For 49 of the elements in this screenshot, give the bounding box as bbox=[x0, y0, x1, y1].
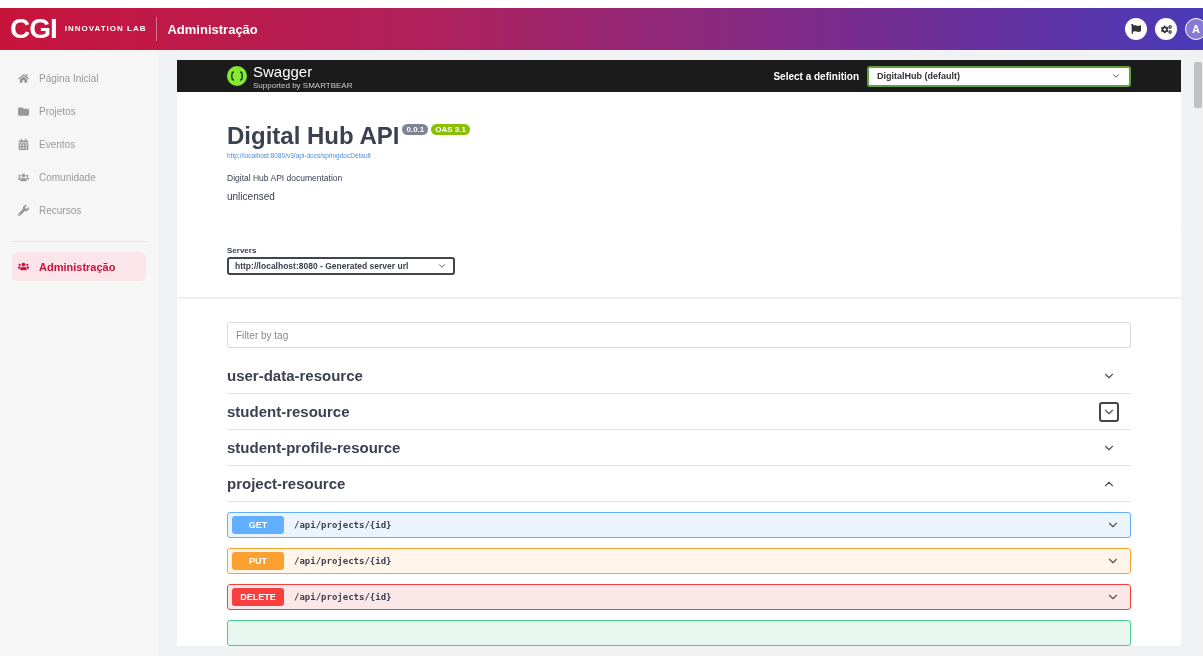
server-select[interactable]: http://localhost:8080 - Generated server url bbox=[227, 257, 455, 275]
home-icon bbox=[18, 73, 29, 84]
operation-row[interactable]: GET /api/projects/{id} bbox=[227, 512, 1131, 538]
people-icon bbox=[18, 172, 29, 183]
folder-icon bbox=[18, 106, 29, 117]
method-label: GET bbox=[232, 516, 284, 534]
api-description: Digital Hub API documentation bbox=[227, 173, 344, 183]
definition-label: Select a definition bbox=[773, 70, 859, 82]
tag-row[interactable]: user-data-resource bbox=[227, 358, 1131, 394]
wrench-icon bbox=[18, 205, 29, 216]
definition-select[interactable]: DigitalHub (default) bbox=[867, 65, 1131, 87]
operation-path: /api/projects/{id} bbox=[294, 556, 393, 566]
expand-toggle[interactable] bbox=[1099, 401, 1119, 422]
people-icon bbox=[18, 261, 29, 272]
tag-name: project-resource bbox=[227, 475, 346, 492]
servers-label: Servers bbox=[227, 246, 257, 255]
operation-path: /api/projects/{id} bbox=[294, 592, 393, 602]
version-badge: 0.0.1 bbox=[402, 124, 429, 135]
tag-row[interactable]: student-profile-resource bbox=[227, 430, 1131, 466]
tag-row[interactable]: student-resource bbox=[227, 394, 1131, 430]
gears-icon bbox=[1160, 23, 1172, 35]
operation-path: /api/projects/{id} bbox=[294, 520, 393, 530]
oas-badge: OAS 3.1 bbox=[431, 124, 470, 135]
flag-button[interactable] bbox=[1125, 18, 1147, 40]
tag-row[interactable]: project-resource bbox=[227, 466, 1131, 502]
api-title: Digital Hub API bbox=[227, 122, 400, 150]
brand-subtitle: Supported by SMARTBEAR bbox=[253, 80, 353, 90]
operation-row[interactable]: DELETE /api/projects/{id} bbox=[227, 584, 1131, 610]
operation-row[interactable]: PUT /api/projects/{id} bbox=[227, 548, 1131, 574]
filter-field[interactable]: Filter by tag bbox=[227, 322, 1131, 348]
chevron-down-icon bbox=[1111, 71, 1121, 81]
tag-name: student-resource bbox=[227, 403, 350, 420]
calendar-icon bbox=[18, 139, 29, 150]
logo-subtitle: INNOVATION LAB bbox=[64, 17, 158, 41]
license-text: unlicensed bbox=[227, 191, 276, 202]
swagger-brand: Swagger bbox=[253, 62, 314, 80]
flag-icon bbox=[1131, 24, 1141, 34]
avatar-button[interactable]: A bbox=[1185, 18, 1203, 40]
settings-button[interactable] bbox=[1155, 18, 1177, 40]
sidebar-item[interactable]: Administração bbox=[12, 252, 146, 281]
tag-name: student-profile-resource bbox=[227, 439, 401, 456]
scrollbar[interactable] bbox=[1193, 50, 1203, 656]
page-title: Administração bbox=[167, 21, 258, 37]
swagger-logo-icon bbox=[227, 66, 247, 86]
chevron-down-icon bbox=[437, 261, 447, 271]
method-label: DELETE bbox=[232, 588, 284, 606]
tag-name: user-data-resource bbox=[227, 367, 363, 384]
method-label: PUT bbox=[232, 552, 284, 570]
logo: CGI bbox=[10, 13, 57, 45]
